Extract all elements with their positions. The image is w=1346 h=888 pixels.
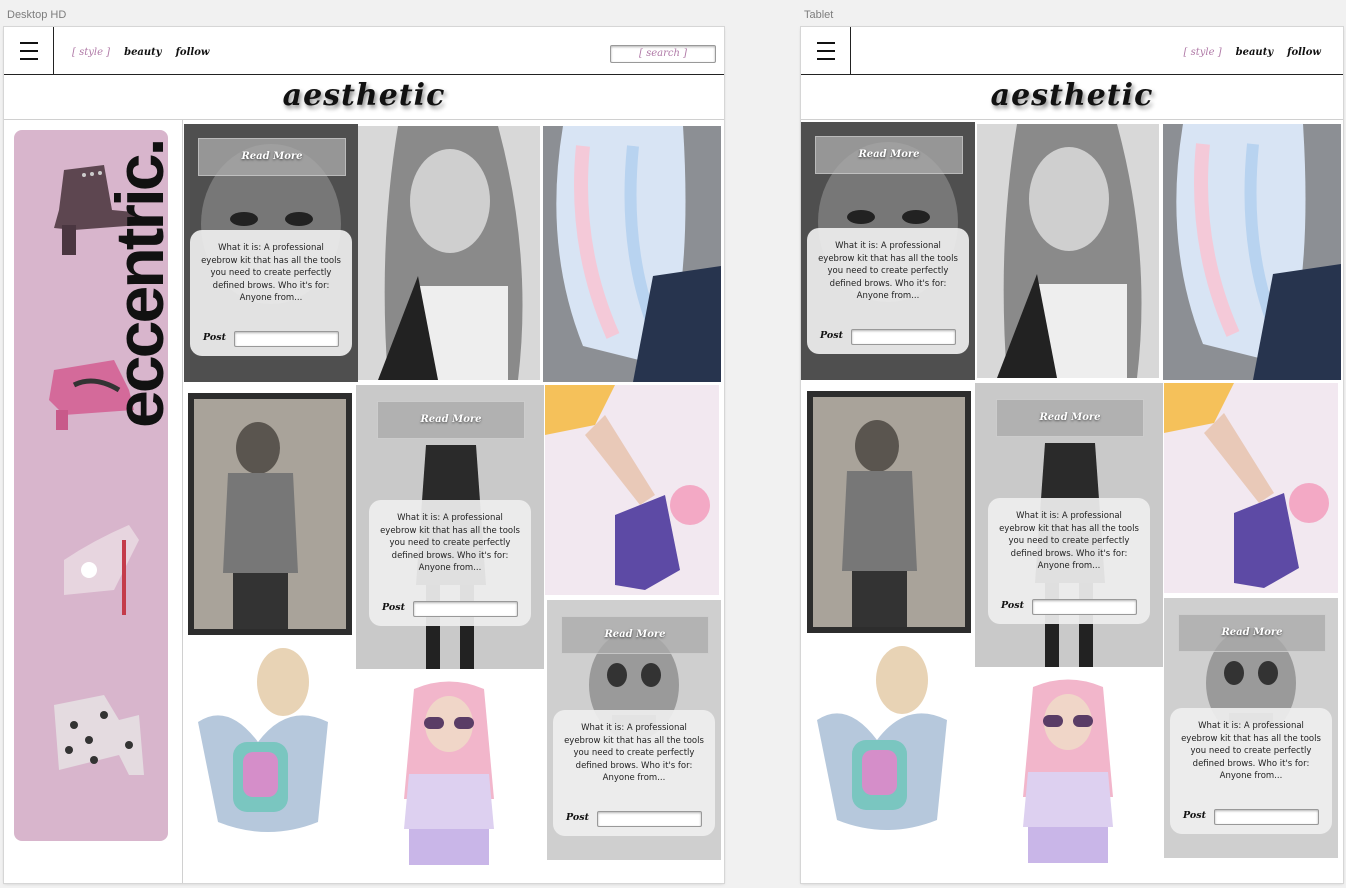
info-card: What it is: A professional eyebrow kit t… xyxy=(369,500,531,626)
post-input[interactable] xyxy=(413,601,518,617)
sidebar-divider xyxy=(182,119,183,883)
brand-header: aesthetic xyxy=(801,75,1343,120)
sidebar-banner: eccentric. xyxy=(14,130,168,841)
photo-tile[interactable] xyxy=(543,126,721,382)
artboard-tablet: [ style ] beauty follow aesthetic Read M… xyxy=(801,27,1343,883)
leopard-platform-image xyxy=(54,695,144,775)
holo-hair-photo xyxy=(543,126,721,382)
info-card: What it is: A professional eyebrow kit t… xyxy=(553,710,715,836)
read-more-button[interactable]: Read More xyxy=(377,401,525,439)
card-description: What it is: A professional eyebrow kit t… xyxy=(818,241,958,301)
brand-header: aesthetic xyxy=(4,75,724,120)
info-card: What it is: A professional eyebrow kit t… xyxy=(1170,708,1332,834)
photo-tile[interactable] xyxy=(977,124,1159,378)
photo-tile[interactable] xyxy=(807,391,971,633)
photo-tile[interactable] xyxy=(1163,124,1341,380)
post-label: Post xyxy=(820,330,843,341)
bw-portrait-photo xyxy=(977,124,1159,378)
post-input[interactable] xyxy=(1214,809,1319,825)
read-more-button[interactable]: Read More xyxy=(815,136,963,174)
sidebar-headline: eccentric. xyxy=(102,140,168,428)
platform-boots-photo xyxy=(545,385,719,595)
brand-logo[interactable]: aesthetic xyxy=(283,78,446,113)
top-bar: [ style ] beauty follow xyxy=(801,27,1343,75)
photo-tile[interactable] xyxy=(188,642,348,868)
info-card: What it is: A professional eyebrow kit t… xyxy=(807,228,969,354)
card-description: What it is: A professional eyebrow kit t… xyxy=(1181,721,1321,781)
hamburger-menu-icon[interactable] xyxy=(4,27,54,74)
article-card: Read More What it is: A professional eye… xyxy=(184,124,358,382)
post-input[interactable] xyxy=(597,811,702,827)
artboard-desktop: [ style ] beauty follow [ search ] aesth… xyxy=(4,27,724,883)
post-input[interactable] xyxy=(234,331,339,347)
post-label: Post xyxy=(566,812,589,823)
pink-hair-photo xyxy=(384,679,514,865)
search-input[interactable]: [ search ] xyxy=(610,45,716,63)
post-label: Post xyxy=(203,332,226,343)
card-description: What it is: A professional eyebrow kit t… xyxy=(564,723,704,783)
studded-heel-image xyxy=(64,525,139,615)
article-card: Read More What it is: A professional eye… xyxy=(547,600,721,860)
photo-tile[interactable] xyxy=(188,393,352,635)
nav-link-style[interactable]: [ style ] xyxy=(1184,47,1222,58)
photo-tile[interactable] xyxy=(1003,677,1133,863)
photo-tile[interactable] xyxy=(358,126,540,380)
nav-link-follow[interactable]: follow xyxy=(1287,47,1321,58)
card-description: What it is: A professional eyebrow kit t… xyxy=(380,513,520,573)
post-label: Post xyxy=(1183,810,1206,821)
post-label: Post xyxy=(1001,600,1024,611)
brand-logo[interactable]: aesthetic xyxy=(991,78,1154,113)
artboard-label-desktop: Desktop HD xyxy=(7,9,67,21)
bw-portrait-photo xyxy=(358,126,540,380)
pink-hair-photo xyxy=(1003,677,1133,863)
post-label: Post xyxy=(382,602,405,613)
bw-mirror-photo xyxy=(188,393,352,635)
nav-link-style[interactable]: [ style ] xyxy=(72,47,110,58)
card-description: What it is: A professional eyebrow kit t… xyxy=(201,243,341,303)
article-card: Read More What it is: A professional eye… xyxy=(975,383,1163,667)
nav-link-follow[interactable]: follow xyxy=(176,47,210,58)
main-nav: [ style ] beauty follow xyxy=(72,47,209,58)
post-input[interactable] xyxy=(1032,599,1137,615)
artboard-label-tablet: Tablet xyxy=(804,9,834,21)
info-card: What it is: A professional eyebrow kit t… xyxy=(190,230,352,356)
holo-backpack-photo xyxy=(807,640,967,866)
photo-tile[interactable] xyxy=(384,679,514,865)
top-bar: [ style ] beauty follow [ search ] xyxy=(4,27,724,75)
nav-link-beauty[interactable]: beauty xyxy=(124,47,162,58)
photo-tile[interactable] xyxy=(807,640,967,866)
article-card: Read More What it is: A professional eye… xyxy=(356,385,544,669)
card-description: What it is: A professional eyebrow kit t… xyxy=(999,511,1139,571)
post-input[interactable] xyxy=(851,329,956,345)
info-card: What it is: A professional eyebrow kit t… xyxy=(988,498,1150,624)
read-more-button[interactable]: Read More xyxy=(198,138,346,176)
main-nav: [ style ] beauty follow xyxy=(1184,47,1321,58)
read-more-button[interactable]: Read More xyxy=(561,616,709,654)
holo-backpack-photo xyxy=(188,642,348,868)
article-card: Read More What it is: A professional eye… xyxy=(1164,598,1338,858)
photo-tile[interactable] xyxy=(545,385,719,595)
read-more-button[interactable]: Read More xyxy=(1178,614,1326,652)
bw-mirror-photo xyxy=(807,391,971,633)
nav-link-beauty[interactable]: beauty xyxy=(1236,47,1274,58)
holo-hair-photo xyxy=(1163,124,1341,380)
platform-boots-photo xyxy=(1164,383,1338,593)
photo-tile[interactable] xyxy=(1164,383,1338,593)
article-card: Read More What it is: A professional eye… xyxy=(801,122,975,380)
read-more-button[interactable]: Read More xyxy=(996,399,1144,437)
hamburger-menu-icon[interactable] xyxy=(801,27,851,74)
